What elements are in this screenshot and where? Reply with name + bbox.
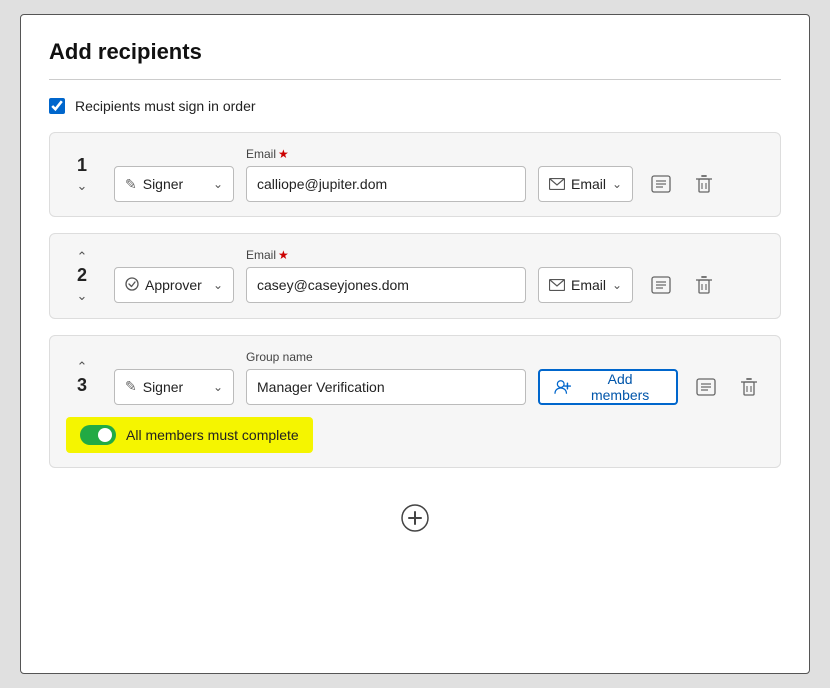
add-members-group-3: Add members (538, 350, 678, 405)
delete-button-3[interactable] (734, 369, 764, 405)
role-chevron-2: ⌄ (213, 278, 223, 292)
delivery-dropdown-2[interactable]: Email ⌄ (538, 267, 633, 303)
role-value-1: Signer (143, 176, 183, 192)
role-group-3: ✎ Signer ⌄ (114, 350, 234, 405)
group-name-label-3: Group name (246, 350, 526, 364)
more-button-1[interactable] (645, 166, 677, 202)
recipient-card-1: 1 ⌄ ✎ Signer ⌄ Email★ (49, 132, 781, 217)
delete-group-2 (689, 248, 719, 303)
step-col-3: ⌃ 3 (66, 358, 98, 397)
all-members-toggle-row: All members must complete (66, 417, 313, 453)
role-value-3: Signer (143, 379, 183, 395)
step-col-2: ⌃ 2 ⌄ (66, 248, 98, 304)
role-label-3 (114, 350, 234, 364)
envelope-icon-2 (549, 279, 565, 291)
delete-icon-3 (740, 377, 758, 397)
card-row-1: 1 ⌄ ✎ Signer ⌄ Email★ (66, 147, 764, 202)
step-up-chevron-2[interactable]: ⌃ (73, 248, 92, 265)
card-row-2: ⌃ 2 ⌄ Approver ⌄ (66, 248, 764, 304)
delivery-label-1 (538, 147, 633, 161)
email-label-2: Email★ (246, 248, 526, 262)
modal-title: Add recipients (49, 39, 781, 65)
add-members-label-3: Add members (578, 371, 662, 403)
add-circle-icon (401, 504, 429, 532)
delete-button-2[interactable] (689, 267, 719, 303)
step-col-1: 1 ⌄ (66, 155, 98, 194)
more-options-icon-1 (651, 175, 671, 193)
more-options-icon-3 (696, 378, 716, 396)
sign-order-label: Recipients must sign in order (75, 98, 256, 114)
more-group-3 (690, 350, 722, 405)
email-group-2: Email★ (246, 248, 526, 303)
delivery-chevron-1: ⌄ (612, 177, 622, 191)
delete-button-1[interactable] (689, 166, 719, 202)
delivery-value-1: Email (571, 176, 606, 192)
more-button-2[interactable] (645, 267, 677, 303)
toggle-switch-3[interactable] (80, 425, 116, 445)
step-down-chevron-1[interactable]: ⌄ (73, 177, 92, 194)
role-group-1: ✎ Signer ⌄ (114, 147, 234, 202)
more-options-icon-2 (651, 276, 671, 294)
toggle-slider-3 (80, 425, 116, 445)
recipient-card-3: ⌃ 3 ✎ Signer ⌄ Group name (49, 335, 781, 468)
more-button-3[interactable] (690, 369, 722, 405)
envelope-icon-1 (549, 178, 565, 190)
group-name-input-3[interactable] (246, 369, 526, 405)
step-number-3: 3 (77, 375, 87, 397)
add-recipient-row (49, 484, 781, 536)
card-row-3: ⌃ 3 ✎ Signer ⌄ Group name (66, 350, 764, 405)
delivery-group-2: Email ⌄ (538, 248, 633, 303)
role-dropdown-3[interactable]: ✎ Signer ⌄ (114, 369, 234, 405)
role-chevron-3: ⌄ (213, 380, 223, 394)
delivery-value-2: Email (571, 277, 606, 293)
signer-icon-3: ✎ (125, 378, 137, 395)
delete-icon-2 (695, 275, 713, 295)
delivery-group-1: Email ⌄ (538, 147, 633, 202)
role-value-2: Approver (145, 277, 202, 293)
step-number-2: 2 (77, 265, 87, 287)
delete-icon-1 (695, 174, 713, 194)
email-input-1[interactable] (246, 166, 526, 202)
delivery-chevron-2: ⌄ (612, 278, 622, 292)
all-members-label: All members must complete (126, 427, 299, 443)
required-star-2: ★ (278, 248, 289, 262)
role-label-1 (114, 147, 234, 161)
divider (49, 79, 781, 80)
delete-group-3 (734, 350, 764, 405)
order-checkbox-row: Recipients must sign in order (49, 98, 781, 114)
approver-check-icon (125, 277, 139, 291)
approver-icon-2 (125, 277, 139, 294)
delete-group-1 (689, 147, 719, 202)
group-name-group-3: Group name (246, 350, 526, 405)
recipient-card-2: ⌃ 2 ⌄ Approver ⌄ (49, 233, 781, 319)
role-group-2: Approver ⌄ (114, 248, 234, 303)
sign-order-checkbox[interactable] (49, 98, 65, 114)
delivery-dropdown-1[interactable]: Email ⌄ (538, 166, 633, 202)
email-group-1: Email★ (246, 147, 526, 202)
signer-icon-1: ✎ (125, 176, 137, 193)
role-dropdown-1[interactable]: ✎ Signer ⌄ (114, 166, 234, 202)
add-recipient-button[interactable] (397, 500, 433, 536)
more-group-2 (645, 248, 677, 303)
email-input-2[interactable] (246, 267, 526, 303)
step-number-1: 1 (77, 155, 87, 177)
email-label-1: Email★ (246, 147, 526, 161)
role-chevron-1: ⌄ (213, 177, 223, 191)
required-star-1: ★ (278, 147, 289, 161)
add-members-button-3[interactable]: Add members (538, 369, 678, 405)
more-group-1 (645, 147, 677, 202)
group-icon-3 (554, 379, 571, 395)
add-recipients-modal: Add recipients Recipients must sign in o… (20, 14, 810, 674)
role-dropdown-2[interactable]: Approver ⌄ (114, 267, 234, 303)
step-down-chevron-2[interactable]: ⌄ (73, 287, 92, 304)
role-label-2 (114, 248, 234, 262)
step-up-chevron-3[interactable]: ⌃ (73, 358, 92, 375)
